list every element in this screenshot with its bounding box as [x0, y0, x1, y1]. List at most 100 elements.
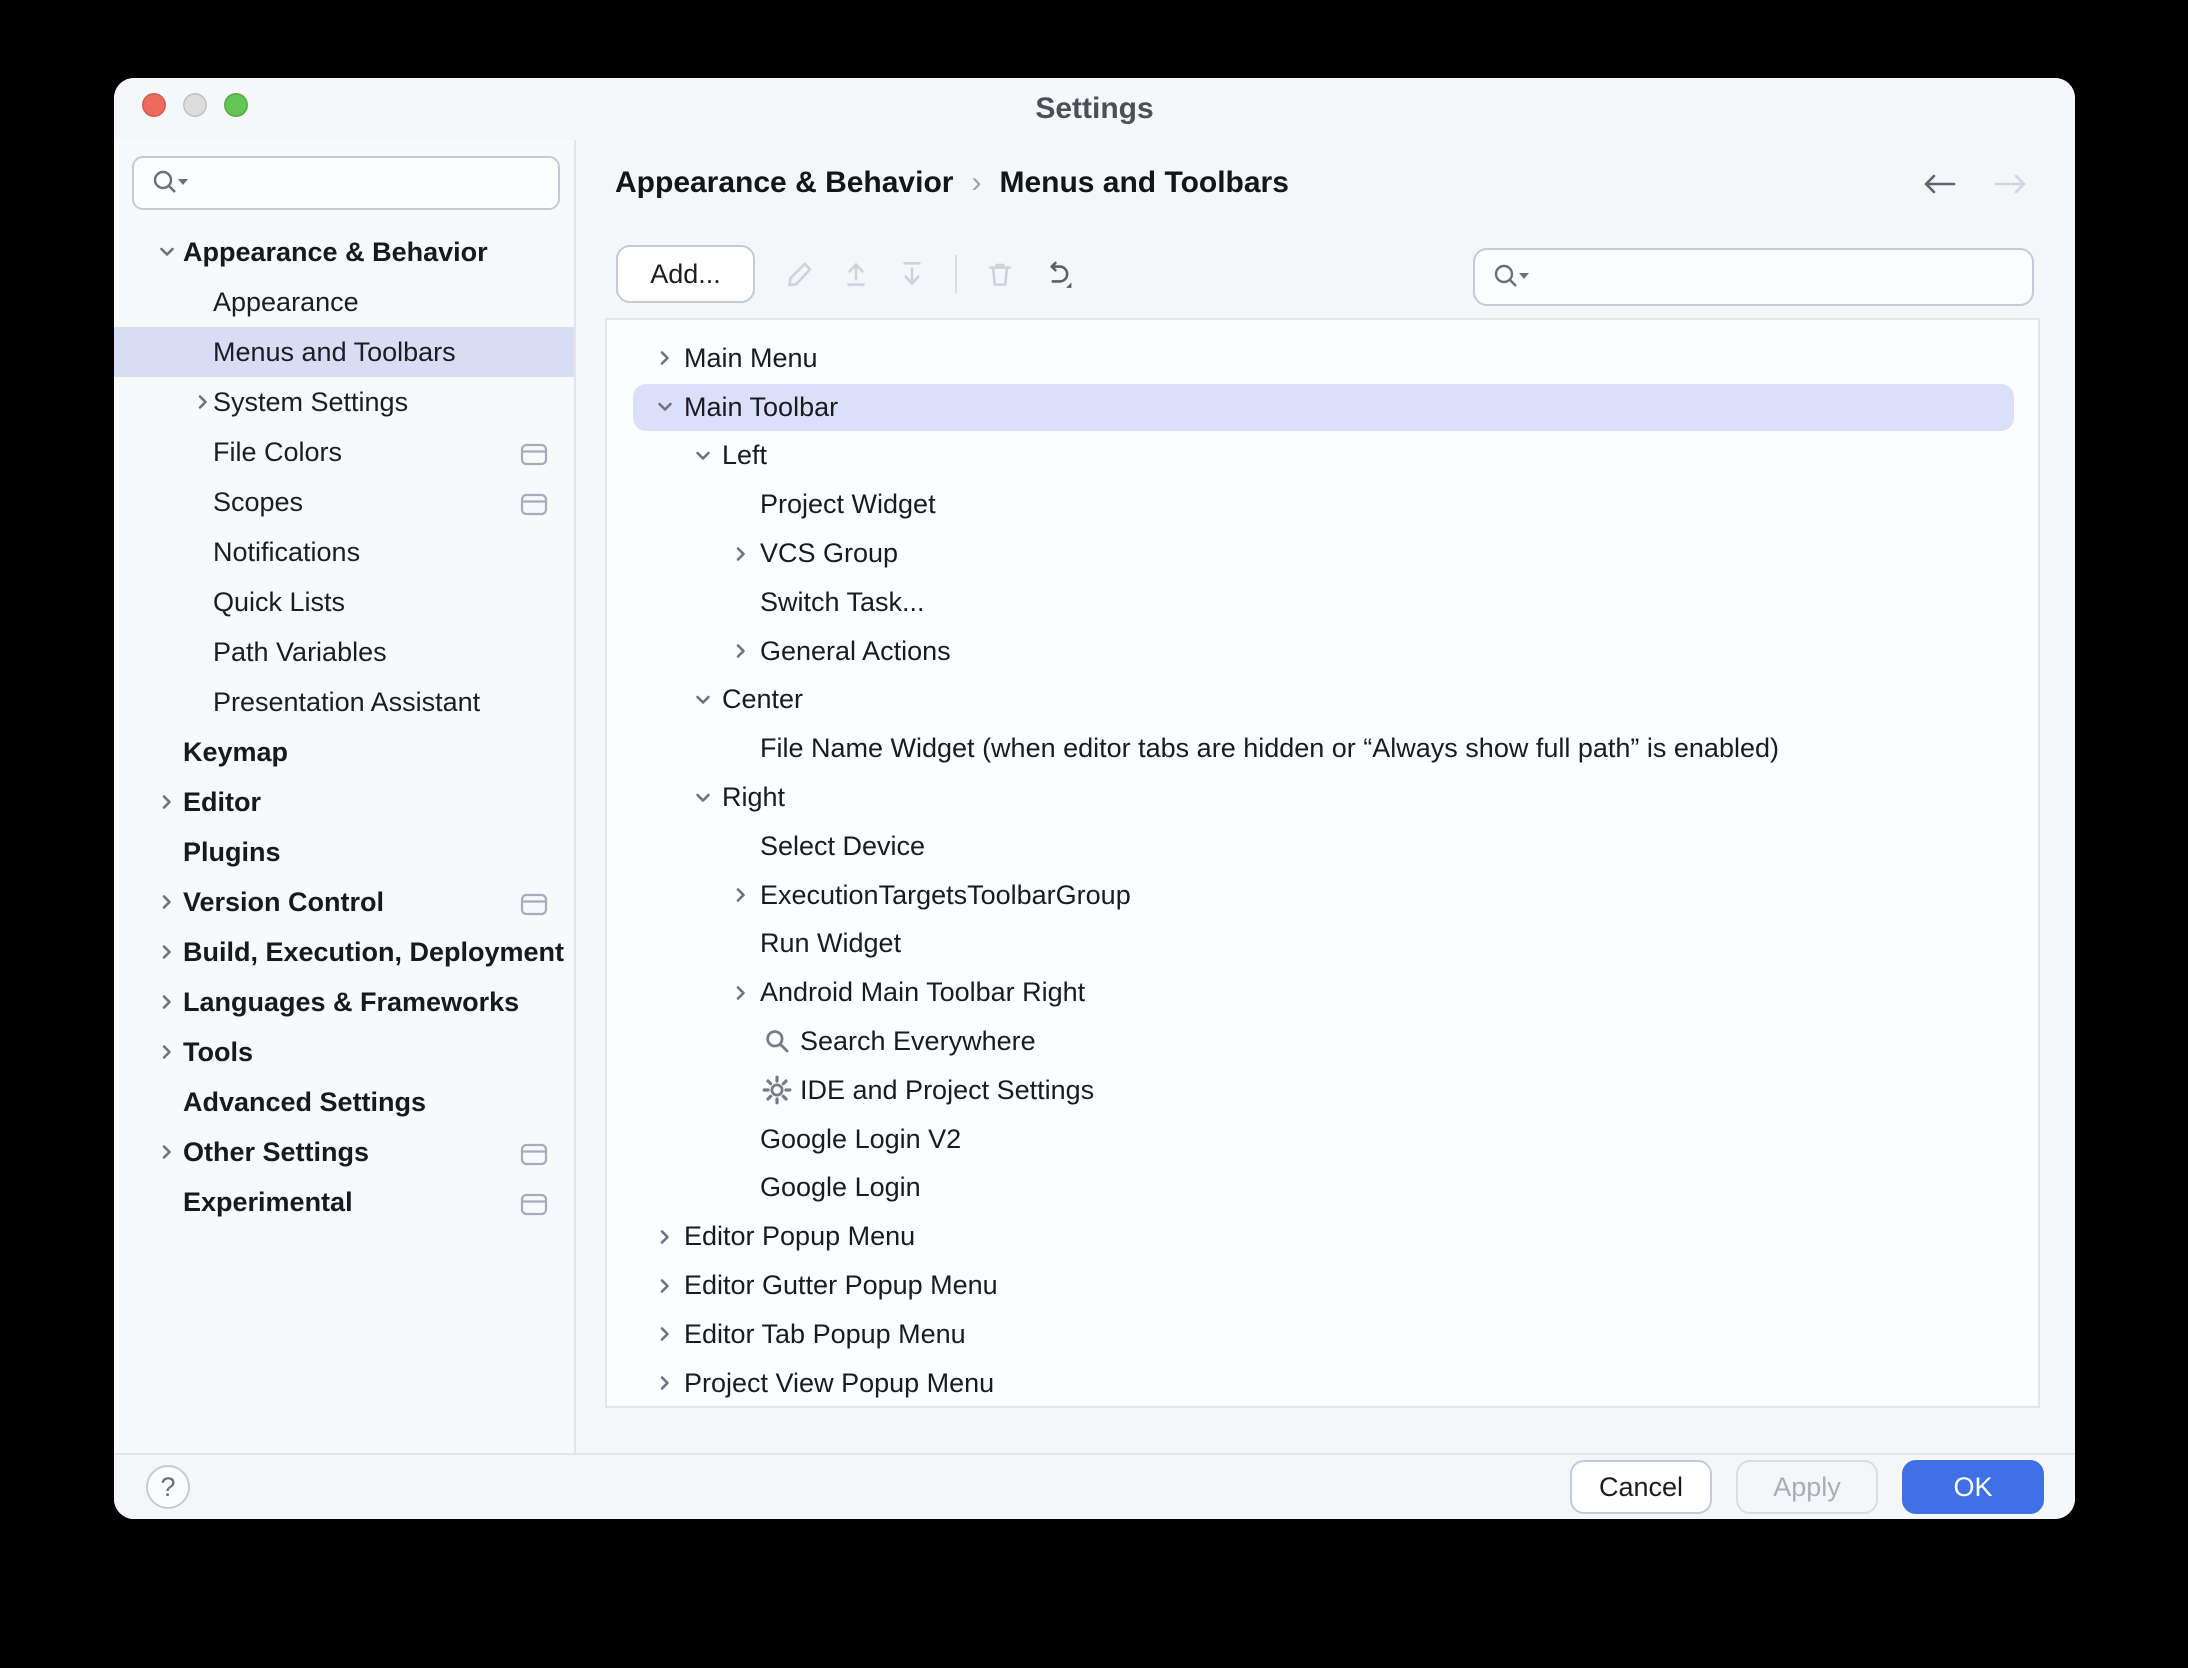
- collapsed-chevron-icon[interactable]: [646, 343, 684, 373]
- move-up-icon[interactable]: [839, 257, 873, 291]
- collapsed-chevron-icon[interactable]: [722, 636, 760, 666]
- tree-row-label: Editor Gutter Popup Menu: [684, 1270, 998, 1301]
- collapsed-chevron-icon[interactable]: [148, 1137, 186, 1167]
- tree-row-vcs-group[interactable]: VCS Group: [607, 529, 2038, 578]
- sidebar-item-plugins[interactable]: Plugins: [114, 827, 574, 877]
- sidebar-item-appearance[interactable]: Appearance: [114, 277, 574, 327]
- sidebar-item-quick-lists[interactable]: Quick Lists: [114, 577, 574, 627]
- sidebar-item-build-execution-deployment[interactable]: Build, Execution, Deployment: [114, 927, 574, 977]
- history-navigation: [1916, 167, 2034, 201]
- pane-icon: [518, 438, 550, 470]
- expanded-chevron-icon[interactable]: [646, 392, 684, 422]
- expanded-chevron-icon[interactable]: [148, 237, 186, 267]
- sidebar-item-version-control[interactable]: Version Control: [114, 877, 574, 927]
- pane-icon: [518, 888, 550, 920]
- help-button[interactable]: ?: [146, 1465, 190, 1509]
- tree-row-google-login-v2[interactable]: Google Login V2: [607, 1115, 2038, 1164]
- title-bar: Settings: [114, 78, 2075, 140]
- sidebar-item-appearance-behavior[interactable]: Appearance & Behavior: [114, 227, 574, 277]
- cancel-button[interactable]: Cancel: [1570, 1460, 1712, 1514]
- sidebar-item-advanced-settings[interactable]: Advanced Settings: [114, 1077, 574, 1127]
- tree-row-project-view-popup-menu[interactable]: Project View Popup Menu: [607, 1359, 2038, 1408]
- tree-row-label: IDE and Project Settings: [800, 1075, 1094, 1106]
- actions-search-box[interactable]: [1473, 248, 2034, 306]
- tree-row-right[interactable]: Right: [607, 773, 2038, 822]
- sidebar-item-scopes[interactable]: Scopes: [114, 477, 574, 527]
- collapsed-chevron-icon[interactable]: [148, 887, 186, 917]
- collapsed-chevron-icon[interactable]: [646, 1319, 684, 1349]
- delete-icon[interactable]: [983, 257, 1017, 291]
- tree-row-android-main-toolbar-right[interactable]: Android Main Toolbar Right: [607, 968, 2038, 1017]
- sidebar-item-label: Experimental: [183, 1187, 353, 1218]
- forward-arrow-icon[interactable]: [1988, 167, 2034, 201]
- sidebar-item-editor[interactable]: Editor: [114, 777, 574, 827]
- sidebar-item-label: Plugins: [183, 837, 281, 868]
- search-icon: [148, 166, 190, 200]
- sidebar-search-box[interactable]: [132, 156, 560, 210]
- move-down-icon[interactable]: [895, 257, 929, 291]
- tree-row-main-menu[interactable]: Main Menu: [607, 334, 2038, 383]
- collapsed-chevron-icon[interactable]: [722, 978, 760, 1008]
- expanded-chevron-icon[interactable]: [684, 783, 722, 813]
- apply-button[interactable]: Apply: [1736, 1460, 1878, 1514]
- collapsed-chevron-icon[interactable]: [646, 1222, 684, 1252]
- collapsed-chevron-icon[interactable]: [148, 787, 186, 817]
- sidebar-item-notifications[interactable]: Notifications: [114, 527, 574, 577]
- tree-row-search-everywhere[interactable]: Search Everywhere: [607, 1017, 2038, 1066]
- add-button[interactable]: Add...: [616, 245, 755, 303]
- tree-row-project-widget[interactable]: Project Widget: [607, 480, 2038, 529]
- tree-row-center[interactable]: Center: [607, 676, 2038, 725]
- collapsed-chevron-icon[interactable]: [148, 1037, 186, 1067]
- sidebar-item-other-settings[interactable]: Other Settings: [114, 1127, 574, 1177]
- tree-row-editor-tab-popup-menu[interactable]: Editor Tab Popup Menu: [607, 1310, 2038, 1359]
- actions-search-input[interactable]: [1539, 261, 2032, 294]
- collapsed-chevron-icon[interactable]: [646, 1271, 684, 1301]
- collapsed-chevron-icon[interactable]: [148, 987, 186, 1017]
- sidebar-item-label: Version Control: [183, 887, 384, 918]
- sidebar-item-menus-and-toolbars[interactable]: Menus and Toolbars: [114, 327, 574, 377]
- tree-row-editor-gutter-popup-menu[interactable]: Editor Gutter Popup Menu: [607, 1261, 2038, 1310]
- collapsed-chevron-icon[interactable]: [722, 539, 760, 569]
- sidebar-search-input[interactable]: [198, 167, 558, 200]
- collapsed-chevron-icon[interactable]: [148, 937, 186, 967]
- revert-icon[interactable]: [1039, 257, 1073, 291]
- tree-row-label: Select Device: [760, 831, 925, 862]
- tree-row-editor-popup-menu[interactable]: Editor Popup Menu: [607, 1212, 2038, 1261]
- tree-row-label: Editor Popup Menu: [684, 1221, 915, 1252]
- back-arrow-icon[interactable]: [1916, 167, 1962, 201]
- sidebar-item-tools[interactable]: Tools: [114, 1027, 574, 1077]
- menus-toolbars-tree: Main MenuMain ToolbarLeft Project Widget V…: [605, 318, 2040, 1408]
- search-icon: [760, 1025, 800, 1059]
- edit-icon[interactable]: [783, 257, 817, 291]
- collapsed-chevron-icon[interactable]: [646, 1368, 684, 1398]
- tree-row-run-widget[interactable]: Run Widget: [607, 920, 2038, 969]
- sidebar-item-keymap[interactable]: Keymap: [114, 727, 574, 777]
- tree-row-google-login[interactable]: Google Login: [607, 1164, 2038, 1213]
- tree-row-file-name-widget-when-editor-tabs-are-hi[interactable]: File Name Widget (when editor tabs are h…: [607, 724, 2038, 773]
- expanded-chevron-icon[interactable]: [684, 441, 722, 471]
- tree-row-select-device[interactable]: Select Device: [607, 822, 2038, 871]
- sidebar-item-experimental[interactable]: Experimental: [114, 1177, 574, 1227]
- tree-row-ide-and-project-settings[interactable]: IDE and Project Settings: [607, 1066, 2038, 1115]
- tree-row-executiontargetstoolbargroup[interactable]: ExecutionTargetsToolbarGroup: [607, 871, 2038, 920]
- sidebar-item-system-settings[interactable]: System Settings: [114, 377, 574, 427]
- ok-button[interactable]: OK: [1902, 1460, 2044, 1514]
- tree-row-general-actions[interactable]: General Actions: [607, 627, 2038, 676]
- sidebar-item-file-colors[interactable]: File Colors: [114, 427, 574, 477]
- tree-row-label: Google Login V2: [760, 1124, 961, 1155]
- tree-row-label: Project Widget: [760, 489, 936, 520]
- tree-row-main-toolbar[interactable]: Main Toolbar: [607, 383, 2038, 432]
- expanded-chevron-icon[interactable]: [684, 685, 722, 715]
- tree-row-left[interactable]: Left: [607, 432, 2038, 481]
- collapsed-chevron-icon[interactable]: [722, 880, 760, 910]
- tree-row-switch-task[interactable]: Switch Task...: [607, 578, 2038, 627]
- breadcrumb-item-menus-toolbars: Menus and Toolbars: [999, 166, 1288, 200]
- collapsed-chevron-icon[interactable]: [184, 387, 222, 417]
- breadcrumb-item-appearance-behavior[interactable]: Appearance & Behavior: [615, 166, 953, 200]
- sidebar-item-languages-frameworks[interactable]: Languages & Frameworks: [114, 977, 574, 1027]
- sidebar-item-path-variables[interactable]: Path Variables: [114, 627, 574, 677]
- sidebar-item-label: Editor: [183, 787, 261, 818]
- sidebar-item-label: Menus and Toolbars: [213, 337, 456, 368]
- sidebar-item-presentation-assistant[interactable]: Presentation Assistant: [114, 677, 574, 727]
- tree-row-label: VCS Group: [760, 538, 898, 569]
